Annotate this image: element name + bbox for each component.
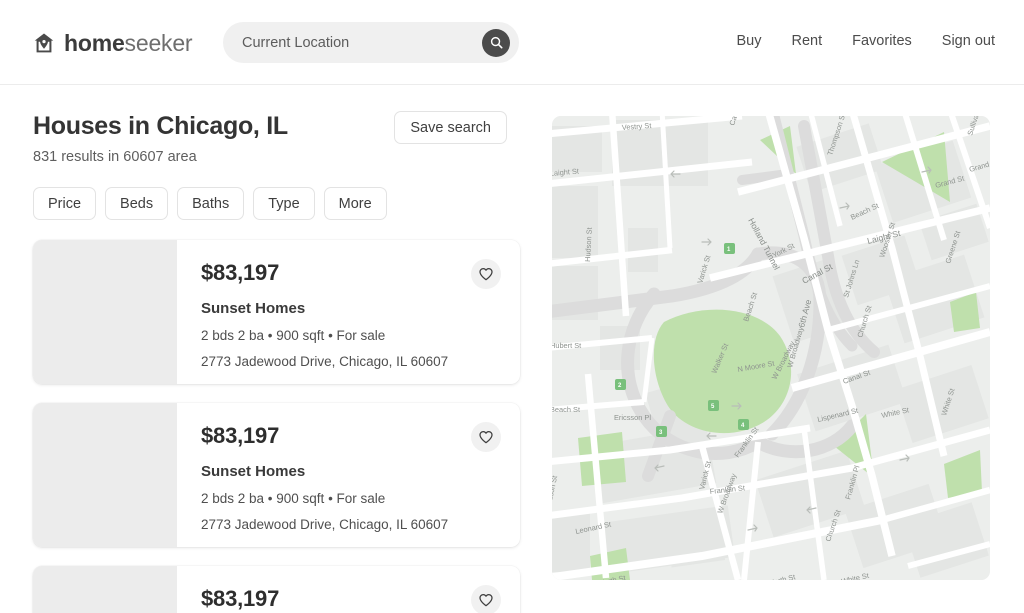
site-header: homeseeker Buy Rent Favorites Sign out	[0, 0, 1024, 85]
favorite-button[interactable]	[471, 585, 501, 613]
search-submit-button[interactable]	[482, 28, 510, 57]
nav-link-rent[interactable]: Rent	[792, 33, 823, 49]
map-marker-2[interactable]: 2	[615, 379, 626, 390]
listing-specs: 2 bds 2 ba • 900 sqft • For sale	[201, 328, 386, 343]
listing-thumbnail	[33, 566, 177, 613]
brand-name-strong: home	[64, 30, 125, 56]
heart-outline-icon	[479, 593, 493, 607]
save-search-button[interactable]: Save search	[394, 111, 507, 144]
listing-thumbnail	[33, 240, 177, 384]
heart-outline-icon	[479, 430, 493, 444]
primary-navigation: Buy Rent Favorites Sign out	[737, 33, 996, 49]
nav-link-favorites[interactable]: Favorites	[852, 33, 912, 49]
listing-address: 2773 Jadewood Drive, Chicago, IL 60607	[201, 354, 449, 369]
map-marker-1[interactable]: 1	[724, 243, 735, 254]
map-marker-3[interactable]: 3	[656, 426, 667, 437]
map-panel[interactable]: Vestry St Laight St Hudson St Hubert St …	[552, 116, 990, 580]
listing-card[interactable]: $83,197 Sunset Homes 2 bds 2 ba • 900 sq…	[33, 566, 520, 613]
filter-chip-price[interactable]: Price	[33, 187, 97, 220]
results-header: Houses in Chicago, IL 831 results in 606…	[0, 85, 540, 165]
nav-link-buy[interactable]: Buy	[737, 33, 762, 49]
heart-outline-icon	[479, 267, 493, 281]
filter-chip-type[interactable]: Type	[253, 187, 315, 220]
filter-chip-row: Price Beds Baths Type More	[0, 165, 540, 220]
map-marker-5[interactable]: 5	[708, 400, 719, 411]
search-bar[interactable]	[223, 22, 519, 63]
listing-card[interactable]: $83,197 Sunset Homes 2 bds 2 ba • 900 sq…	[33, 403, 520, 547]
svg-text:Ericsson Pl: Ericsson Pl	[614, 413, 651, 422]
brand-logo[interactable]: homeseeker	[33, 28, 193, 58]
search-input[interactable]	[223, 34, 482, 51]
listing-thumbnail	[33, 403, 177, 547]
nav-link-sign-out[interactable]: Sign out	[942, 33, 995, 49]
listing-specs: 2 bds 2 ba • 900 sqft • For sale	[201, 491, 386, 506]
filter-chip-more[interactable]: More	[323, 187, 387, 220]
svg-text:Beach St: Beach St	[552, 405, 580, 414]
brand-name-light: seeker	[124, 30, 193, 56]
listing-name: Sunset Homes	[201, 463, 306, 480]
results-panel: Houses in Chicago, IL 831 results in 606…	[0, 85, 540, 613]
listing-card[interactable]: $83,197 Sunset Homes 2 bds 2 ba • 900 sq…	[33, 240, 520, 384]
svg-text:Hudson St: Hudson St	[583, 227, 594, 262]
favorite-button[interactable]	[471, 422, 501, 452]
listing-name: Sunset Homes	[201, 300, 306, 317]
favorite-button[interactable]	[471, 259, 501, 289]
street-map: Vestry St Laight St Hudson St Hubert St …	[552, 116, 990, 580]
results-count: 831 results in 60607 area	[33, 149, 197, 165]
listing-list: $83,197 Sunset Homes 2 bds 2 ba • 900 sq…	[0, 220, 540, 613]
filter-chip-beds[interactable]: Beds	[105, 187, 169, 220]
search-icon	[490, 36, 502, 49]
house-pin-logo-icon	[34, 33, 54, 53]
svg-text:Hubert St: Hubert St	[552, 341, 581, 350]
map-marker-4[interactable]: 4	[738, 419, 749, 430]
listing-address: 2773 Jadewood Drive, Chicago, IL 60607	[201, 517, 449, 532]
filter-chip-baths[interactable]: Baths	[177, 187, 245, 220]
